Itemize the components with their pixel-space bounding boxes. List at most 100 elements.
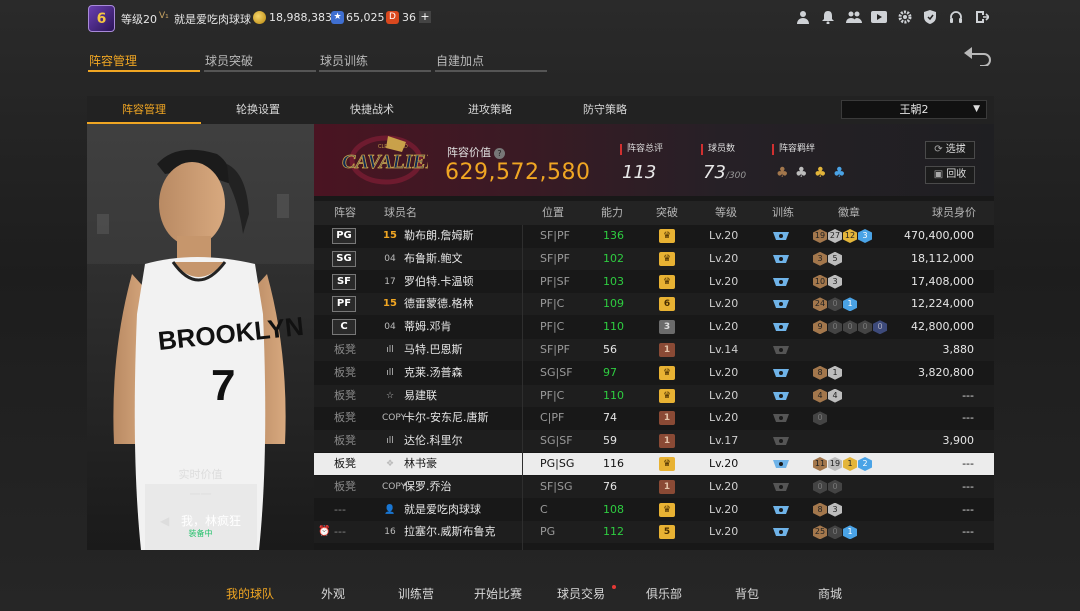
slot-label[interactable]: 板凳 (334, 407, 356, 429)
subtab-lineup[interactable]: 阵容管理 (87, 96, 201, 124)
breakthrough-badge[interactable]: ♛ (659, 365, 675, 380)
back-icon[interactable] (962, 44, 996, 70)
exit-icon[interactable] (974, 10, 991, 26)
badge-icon[interactable]: 3 (828, 274, 842, 289)
subtab-rotation[interactable]: 轮换设置 (201, 96, 315, 124)
chem-gold-icon[interactable]: ♣ (814, 165, 827, 181)
badge-icon[interactable]: 19 (828, 457, 842, 471)
training-icon[interactable] (772, 481, 790, 493)
training-icon[interactable] (772, 253, 790, 265)
training-icon[interactable] (772, 526, 790, 538)
profile-icon[interactable] (795, 10, 811, 26)
training-icon[interactable] (772, 367, 790, 379)
badge-icon[interactable]: 5 (828, 251, 842, 266)
nav-shop[interactable]: 商城 (818, 585, 842, 602)
table-row[interactable]: PG 15 勒布朗.詹姆斯 SF|PF 136 ♛ Lv.20 19 27 12 3 470,400,… (314, 225, 994, 247)
breakthrough-badge[interactable]: ♛ (659, 502, 675, 517)
settings-icon[interactable] (897, 10, 913, 26)
table-row[interactable]: 板凳 ıll 克莱.汤普森 SG|SF 97 ♛ Lv.20 8 1 3,820,800 (314, 362, 994, 384)
col-level[interactable]: 等级 (715, 201, 737, 225)
chem-blue-icon[interactable]: ♣ (833, 165, 846, 181)
breakthrough-badge[interactable]: ♛ (659, 251, 675, 266)
slot-badge[interactable]: SF (332, 273, 356, 290)
training-icon[interactable] (772, 344, 790, 356)
friends-icon[interactable] (846, 10, 862, 26)
badge-icon[interactable]: 0 (813, 411, 827, 426)
table-row[interactable]: SG 04 布鲁斯.鲍文 SF|PF 102 ♛ Lv.20 3 5 18,112,000 (314, 247, 994, 270)
help-icon[interactable]: ? (494, 148, 505, 159)
badge-icon[interactable]: 3 (858, 229, 872, 243)
training-icon[interactable] (772, 412, 790, 424)
training-icon[interactable] (772, 435, 790, 447)
badge-icon[interactable]: 4 (828, 388, 842, 403)
breakthrough-badge[interactable]: 1 (659, 434, 675, 449)
breakthrough-badge[interactable]: 1 (659, 479, 675, 494)
badge-icon[interactable]: 1 (843, 525, 857, 540)
breakthrough-badge[interactable]: 3 (659, 320, 675, 335)
breakthrough-badge[interactable]: ♛ (659, 274, 675, 289)
slot-label[interactable]: 板凳 (334, 385, 356, 407)
recycle-button[interactable]: ▣ 回收 (925, 166, 975, 184)
badge-icon[interactable]: 0 (813, 479, 827, 494)
slot-label[interactable]: --- (334, 499, 346, 521)
table-row[interactable]: 板凳 ıll 马特.巴恩斯 SF|PF 56 1 Lv.14 3,880 (314, 339, 994, 361)
col-slot[interactable]: 阵容 (334, 201, 356, 225)
slot-label[interactable]: 板凳 (334, 362, 356, 384)
col-name[interactable]: 球员名 (384, 201, 417, 225)
badge-icon[interactable]: 4 (813, 388, 827, 403)
breakthrough-badge[interactable]: 5 (659, 525, 675, 540)
col-position[interactable]: 位置 (542, 201, 564, 225)
badge-icon[interactable]: 12 (843, 229, 857, 243)
nav-my-team[interactable]: 我的球队 (226, 585, 274, 602)
col-value[interactable]: 球员身价 (932, 201, 976, 225)
badge-icon[interactable]: 0 (828, 525, 842, 540)
slot-label[interactable]: --- (334, 521, 346, 543)
bell-icon[interactable] (820, 10, 836, 26)
badge-icon[interactable]: 0 (828, 479, 842, 494)
training-icon[interactable] (772, 390, 790, 402)
nav-appearance[interactable]: 外观 (321, 585, 345, 602)
breakthrough-badge[interactable]: ♛ (659, 229, 675, 243)
subtab-offense[interactable]: 进攻策略 (433, 96, 547, 124)
breakthrough-badge[interactable]: ♛ (659, 457, 675, 471)
training-icon[interactable] (772, 504, 790, 516)
select-button[interactable]: ⟳ 选拔 (925, 141, 975, 159)
table-row[interactable]: PF 15 德雷蒙德.格林 PF|C 109 6 Lv.20 24 0 1 12,224,000 (314, 293, 994, 316)
breakthrough-badge[interactable]: 1 (659, 343, 675, 357)
table-row[interactable]: SF 17 罗伯特.卡温顿 PF|SF 103 ♛ Lv.20 10 3 17,408,000 (314, 271, 994, 293)
add-currency-button[interactable]: + (419, 11, 431, 23)
table-row[interactable]: 板凳 COPY 保罗.乔治 SF|SG 76 1 Lv.20 0 0 --- (314, 475, 994, 498)
badge-icon[interactable]: 1 (828, 365, 842, 380)
chem-bronze-icon[interactable]: ♣ (776, 165, 789, 181)
badge-icon[interactable]: 25 (813, 525, 827, 540)
nav-training-camp[interactable]: 训练营 (398, 585, 434, 602)
badge-icon[interactable]: 0 (828, 297, 842, 312)
training-icon[interactable] (772, 230, 790, 242)
badge-icon[interactable]: 3 (828, 502, 842, 517)
slot-badge[interactable]: SG (332, 250, 356, 267)
table-row[interactable]: 板凳 COPY 卡尔-安东尼.唐斯 C|PF 74 1 Lv.20 0 --- (314, 407, 994, 429)
nav-start-match[interactable]: 开始比赛 (474, 585, 522, 602)
slot-label[interactable]: 板凳 (334, 476, 356, 498)
badge-icon[interactable]: 0 (858, 320, 872, 335)
nav-bag[interactable]: 背包 (735, 585, 759, 602)
subtab-defense[interactable]: 防守策略 (548, 96, 662, 124)
avatar[interactable]: 6 (88, 5, 115, 32)
slot-label[interactable]: 板凳 (334, 339, 356, 361)
col-rating[interactable]: 能力 (601, 201, 623, 225)
slot-label[interactable]: 板凳 (334, 430, 356, 452)
slot-badge[interactable]: PG (332, 228, 356, 244)
col-training[interactable]: 训练 (772, 201, 794, 225)
badge-icon[interactable]: 10 (813, 274, 827, 289)
nav-club[interactable]: 俱乐部 (646, 585, 682, 602)
player-card[interactable]: BROOKLYN 7 实时价值 一一 ◀ 我，林疯狂 装备中 (87, 124, 314, 550)
badge-icon[interactable]: 8 (813, 502, 827, 517)
subtab-quick-tactics[interactable]: 快捷战术 (315, 96, 429, 124)
training-icon[interactable] (772, 298, 790, 310)
table-row[interactable]: 板凳 ❖ 林书豪 PG|SG 116 ♛ Lv.20 11 19 1 2 --- (314, 453, 994, 475)
chem-silver-icon[interactable]: ♣ (795, 165, 808, 181)
table-row[interactable]: C 04 蒂姆.邓肯 PF|C 110 3 Lv.20 9 0 0 0 0 42,800,000 (314, 316, 994, 338)
breakthrough-badge[interactable]: 1 (659, 411, 675, 426)
chevron-left-icon[interactable]: ◀ (160, 514, 169, 528)
badge-icon[interactable]: 19 (813, 229, 827, 243)
